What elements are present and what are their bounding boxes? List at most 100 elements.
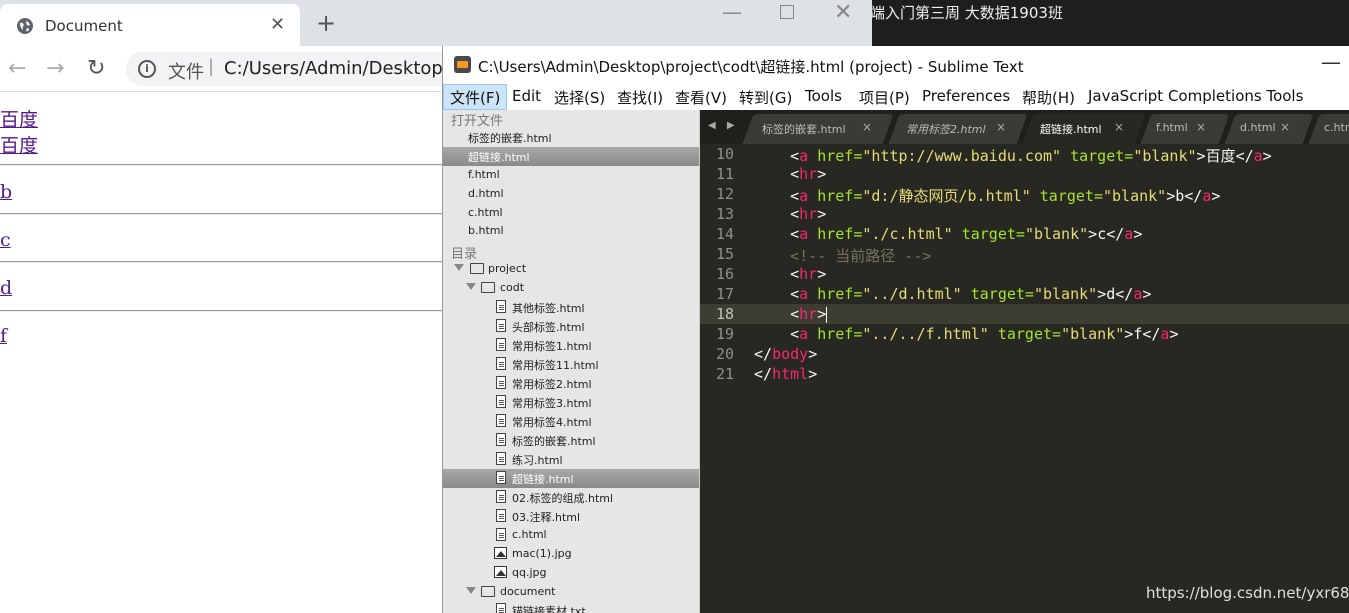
- chevron-down-icon[interactable]: [454, 264, 464, 271]
- address-scheme-label: 文件: [168, 62, 204, 83]
- folder-document[interactable]: document: [443, 583, 699, 602]
- menu-help[interactable]: 帮助(H): [1022, 87, 1075, 108]
- new-tab-button[interactable]: +: [316, 9, 336, 37]
- code-line[interactable]: 14 <a href="./c.html" target="blank">c</…: [700, 224, 1349, 244]
- folder-project[interactable]: project: [443, 260, 699, 279]
- file-item[interactable]: 标签的嵌套.html: [443, 431, 699, 450]
- code-line[interactable]: 21 </html>: [700, 364, 1349, 384]
- tab-scroll-arrows[interactable]: ◀ ▶: [708, 120, 739, 131]
- page-link-baidu-1[interactable]: 百度: [0, 105, 38, 132]
- image-icon: [494, 547, 507, 559]
- sidebar: 打开文件 标签的嵌套.html 超链接.html f.html d.html c…: [443, 110, 700, 613]
- file-label: 03.注释.html: [512, 511, 581, 524]
- menu-file[interactable]: 文件(F): [443, 84, 508, 110]
- file-icon: [496, 603, 506, 613]
- maximize-button[interactable]: [780, 5, 794, 19]
- file-label: 锚链接素材.txt: [512, 605, 586, 613]
- page-link-baidu-2[interactable]: 百度: [0, 131, 38, 158]
- file-item[interactable]: 锚链接素材.txt: [443, 601, 699, 613]
- reload-button[interactable]: ↻: [87, 56, 105, 81]
- file-item[interactable]: 常用标签4.html: [443, 412, 699, 431]
- file-label: 02.标签的组成.html: [512, 492, 614, 505]
- line-number: 15: [715, 245, 734, 263]
- menu-edit[interactable]: Edit: [512, 87, 541, 105]
- menu-tools[interactable]: Tools: [805, 87, 842, 105]
- code-line[interactable]: 20 </body>: [700, 344, 1349, 364]
- code-line[interactable]: 10 <a href="http://www.baidu.com" target…: [700, 144, 1349, 165]
- line-number: 21: [715, 365, 734, 383]
- page-link-d[interactable]: d: [0, 277, 12, 299]
- back-button[interactable]: ←: [8, 56, 26, 81]
- code-line[interactable]: 15 <!-- 当前路径 -->: [700, 244, 1349, 265]
- file-icon: [496, 395, 506, 408]
- file-item[interactable]: 其他标签.html: [443, 298, 699, 317]
- window-close-button[interactable]: ✕: [834, 0, 852, 25]
- file-item[interactable]: 常用标签3.html: [443, 393, 699, 412]
- close-icon[interactable]: ×: [996, 120, 1006, 134]
- code-line[interactable]: 19 <a href="../../f.html" target="blank"…: [700, 324, 1349, 344]
- editor-tab-label: 常用标签2.html: [906, 123, 986, 136]
- file-icon: [496, 528, 506, 541]
- menu-selection[interactable]: 选择(S): [554, 87, 605, 108]
- menu-project[interactable]: 项目(P): [859, 87, 910, 108]
- open-file-item[interactable]: b.html: [443, 222, 699, 241]
- code-line[interactable]: 12 <a href="d:/静态网页/b.html" target="blan…: [700, 184, 1349, 205]
- chevron-down-icon[interactable]: [466, 587, 476, 594]
- info-icon[interactable]: i: [138, 60, 156, 78]
- page-link-f[interactable]: f: [0, 325, 7, 347]
- open-file-item[interactable]: 标签的嵌套.html: [443, 128, 699, 147]
- file-item[interactable]: 02.标签的组成.html: [443, 488, 699, 507]
- code-line[interactable]: 13 <hr>: [700, 204, 1349, 224]
- file-label: 标签的嵌套.html: [512, 435, 596, 448]
- file-icon: [496, 414, 506, 427]
- page-link-c[interactable]: c: [0, 229, 11, 251]
- code-line-current[interactable]: 18 <hr>: [700, 304, 1349, 324]
- code-line[interactable]: 11 <hr>: [700, 164, 1349, 184]
- address-url[interactable]: C:/Users/Admin/Desktop/: [224, 58, 449, 79]
- code-line[interactable]: 17 <a href="../d.html" target="blank">d<…: [700, 284, 1349, 304]
- menu-view[interactable]: 查看(V): [675, 87, 727, 108]
- close-icon[interactable]: ×: [1114, 120, 1124, 134]
- browser-tab[interactable]: Document ✕: [0, 4, 300, 46]
- sublime-menubar: 文件(F) Edit 选择(S) 查找(I) 查看(V) 转到(G) Tools…: [443, 84, 1349, 110]
- code-editor[interactable]: 10 <a href="http://www.baidu.com" target…: [700, 144, 1349, 613]
- menu-find[interactable]: 查找(I): [617, 87, 663, 108]
- open-file-item[interactable]: d.html: [443, 185, 699, 204]
- file-item[interactable]: 头部标签.html: [443, 317, 699, 336]
- menu-js-completions-tools[interactable]: JavaScript Completions Tools: [1088, 87, 1303, 105]
- file-label: 常用标签4.html: [512, 416, 592, 429]
- file-item[interactable]: 03.注释.html: [443, 507, 699, 526]
- open-file-item[interactable]: c.html: [443, 204, 699, 223]
- open-file-item[interactable]: f.html: [443, 166, 699, 185]
- forward-button[interactable]: →: [46, 56, 64, 81]
- file-item[interactable]: 常用标签11.html: [443, 355, 699, 374]
- chevron-down-icon[interactable]: [466, 283, 476, 290]
- globe-icon: [17, 18, 33, 34]
- image-file-item[interactable]: qq.jpg: [443, 564, 699, 583]
- file-item[interactable]: 常用标签2.html: [443, 374, 699, 393]
- file-icon: [496, 338, 506, 351]
- code-line[interactable]: 16 <hr>: [700, 264, 1349, 284]
- file-item[interactable]: 常用标签1.html: [443, 336, 699, 355]
- close-icon[interactable]: ×: [862, 120, 872, 134]
- open-file-item-selected[interactable]: 超链接.html: [443, 147, 699, 166]
- sublime-minimize-button[interactable]: —: [1321, 50, 1341, 74]
- file-label: 超链接.html: [512, 473, 574, 486]
- file-label: 常用标签11.html: [512, 359, 599, 372]
- line-number: 17: [715, 285, 734, 303]
- file-icon: [496, 300, 506, 313]
- file-item-selected[interactable]: 超链接.html: [443, 469, 699, 488]
- file-item[interactable]: c.html: [443, 526, 699, 545]
- line-number: 20: [715, 345, 734, 363]
- file-label: 常用标签2.html: [512, 378, 592, 391]
- close-icon[interactable]: ×: [1280, 120, 1290, 134]
- page-link-b[interactable]: b: [0, 181, 12, 203]
- menu-preferences[interactable]: Preferences: [922, 87, 1010, 105]
- menu-goto[interactable]: 转到(G): [739, 87, 792, 108]
- folder-codt[interactable]: codt: [443, 279, 699, 298]
- close-icon[interactable]: ×: [1196, 120, 1206, 134]
- image-file-item[interactable]: mac(1).jpg: [443, 545, 699, 564]
- close-icon[interactable]: ✕: [270, 14, 285, 35]
- minimize-button[interactable]: —: [722, 0, 742, 24]
- file-item[interactable]: 练习.html: [443, 450, 699, 469]
